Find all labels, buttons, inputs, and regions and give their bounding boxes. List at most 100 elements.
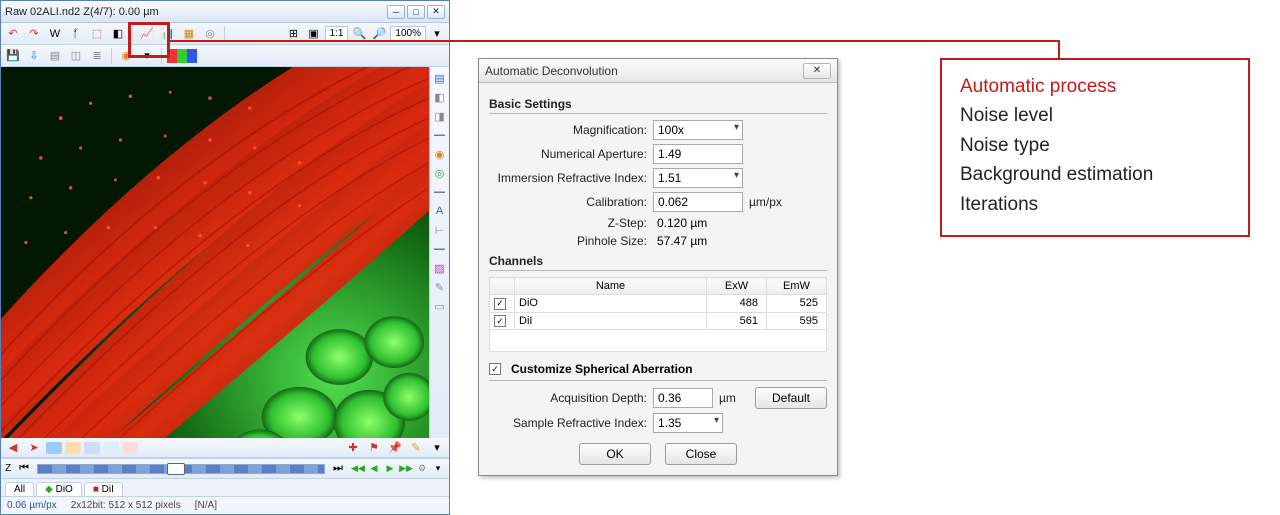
decon-dropdown-icon[interactable]: ▾ [138, 47, 156, 65]
default-button[interactable]: Default [755, 387, 827, 409]
calibration-input[interactable] [653, 192, 743, 212]
status-na: [N/A] [195, 500, 217, 511]
magnification-combo[interactable]: 100x [653, 120, 743, 140]
dialog-titlebar[interactable]: Automatic Deconvolution ✕ [479, 59, 837, 83]
pointer-icon[interactable]: W [46, 25, 64, 43]
col-emw: EmW [767, 278, 827, 295]
channel-checkbox[interactable]: ✓ [494, 298, 506, 310]
col-exw: ExW [707, 278, 767, 295]
channel-tabs: All ◆ DiO ■ DiI [1, 478, 449, 496]
lut-icon[interactable]: ◧ [109, 25, 127, 43]
side-region-icon[interactable]: ▭ [432, 298, 448, 314]
z-menu-icon[interactable]: ▾ [431, 462, 445, 476]
csa-checkbox[interactable]: ✓ [489, 363, 501, 375]
dialog-title: Automatic Deconvolution [485, 64, 618, 78]
note-icon[interactable]: ✎ [407, 439, 425, 457]
sample-ri-combo[interactable]: 1.35 [653, 413, 723, 433]
z-last-icon[interactable]: ⏭ [329, 460, 347, 478]
status-scale: 0.06 µm/px [7, 500, 57, 511]
bottom-dropdown-icon[interactable]: ▾ [428, 439, 446, 457]
minimize-button[interactable]: ─ [387, 5, 405, 19]
tab-dio[interactable]: ◆ DiO [36, 482, 82, 496]
rgb-channels-icon[interactable] [167, 49, 197, 63]
decon-icon[interactable]: ◉ [117, 47, 135, 65]
channel-checkbox[interactable]: ✓ [494, 315, 506, 327]
stack-icon[interactable]: ≣ [88, 47, 106, 65]
thumb3-icon[interactable] [84, 442, 100, 454]
nav-arrow-icon[interactable]: ➤ [25, 439, 43, 457]
channel-exw[interactable]: 561 [707, 312, 767, 330]
z-first-icon[interactable]: ⏮ [15, 460, 33, 478]
z-playrev-icon[interactable]: ◀ [367, 462, 381, 476]
acq-depth-unit: µm [719, 391, 736, 405]
automatic-deconvolution-dialog: Automatic Deconvolution ✕ Basic Settings… [478, 58, 838, 476]
numerical-aperture-input[interactable] [653, 144, 743, 164]
numerical-aperture-label: Numerical Aperture: [489, 147, 647, 161]
thumb5-icon[interactable] [122, 442, 138, 454]
tab-dii[interactable]: ■ DiI [84, 482, 123, 496]
calibration-label: Calibration: [489, 195, 647, 209]
image-canvas[interactable] [1, 67, 429, 438]
roi-icon[interactable]: ⬚ [88, 25, 106, 43]
z-play-icon[interactable]: ▶ [383, 462, 397, 476]
side-sep: ― [432, 127, 448, 143]
viewer-titlebar[interactable]: Raw 02ALI.nd2 Z(4/7): 0.00 µm ─ □ ✕ [1, 1, 449, 23]
dialog-close-button[interactable]: ✕ [803, 63, 831, 79]
side-layers-icon[interactable]: ▤ [432, 70, 448, 86]
immersion-ri-combo[interactable]: 1.51 [653, 168, 743, 188]
magnification-label: Magnification: [489, 123, 647, 137]
undo-icon[interactable]: ↶ [4, 25, 22, 43]
side-color-icon[interactable]: ▨ [432, 260, 448, 276]
z-rev-icon[interactable]: ◀◀ [351, 462, 365, 476]
crop-icon[interactable]: ◫ [67, 47, 85, 65]
table-row: ✓ DiI 561 595 [490, 312, 827, 330]
caliper-icon[interactable]: ᚶ [67, 25, 85, 43]
gallery-icon[interactable]: ▤ [46, 47, 64, 65]
save-icon[interactable]: 💾 [4, 47, 22, 65]
z-slider-bar: Z ⏮ ⏭ ◀◀ ◀ ▶ ▶▶ ⚙ ▾ [1, 458, 449, 478]
tab-all[interactable]: All [5, 482, 34, 496]
channel-emw[interactable]: 525 [767, 295, 827, 313]
callout-item-bg-estimation: Background estimation [960, 160, 1230, 189]
close-window-button[interactable]: ✕ [427, 5, 445, 19]
thumb1-icon[interactable] [46, 442, 62, 454]
pin-icon[interactable]: 📌 [386, 439, 404, 457]
close-button[interactable]: Close [665, 443, 737, 465]
side-lut-icon[interactable]: ◨ [432, 108, 448, 124]
ok-button[interactable]: OK [579, 443, 651, 465]
channel-emw[interactable]: 595 [767, 312, 827, 330]
side-text-icon[interactable]: A [432, 203, 448, 219]
z-fwd-icon[interactable]: ▶▶ [399, 462, 413, 476]
basic-settings-heading: Basic Settings [489, 97, 827, 114]
sample-ri-label: Sample Refractive Index: [489, 416, 647, 430]
viewer-toolbar-second: 💾 ⇩ ▤ ◫ ≣ ◉ ▾ [1, 45, 449, 67]
callout-item-automatic: Automatic process [960, 72, 1230, 101]
z-slider-handle[interactable] [167, 463, 185, 475]
side-3d-icon[interactable]: ◉ [432, 146, 448, 162]
channel-name[interactable]: DiO [515, 295, 707, 313]
zstep-label: Z-Step: [489, 216, 647, 230]
status-dims: 2x12bit: 512 x 512 pixels [71, 500, 181, 511]
flag-icon[interactable]: ⚑ [365, 439, 383, 457]
channel-exw[interactable]: 488 [707, 295, 767, 313]
side-annot-icon[interactable]: ✎ [432, 279, 448, 295]
navfirst-icon[interactable]: ◀ [4, 439, 22, 457]
side-hist-icon[interactable]: ◧ [432, 89, 448, 105]
z-settings-icon[interactable]: ⚙ [415, 462, 429, 476]
redo-icon[interactable]: ↷ [25, 25, 43, 43]
side-scale-icon[interactable]: ⊢ [432, 222, 448, 238]
callout-item-noise-type: Noise type [960, 131, 1230, 160]
thumb4-icon[interactable] [103, 442, 119, 454]
window-title: Raw 02ALI.nd2 Z(4/7): 0.00 µm [5, 6, 159, 18]
export-icon[interactable]: ⇩ [25, 47, 43, 65]
chart-icon[interactable]: 📈 [138, 25, 156, 43]
thumb2-icon[interactable] [65, 442, 81, 454]
maximize-button[interactable]: □ [407, 5, 425, 19]
viewer-status-bar: 0.06 µm/px 2x12bit: 512 x 512 pixels [N/… [1, 496, 449, 514]
mark-icon[interactable]: ✚ [344, 439, 362, 457]
channel-name[interactable]: DiI [515, 312, 707, 330]
col-name: Name [515, 278, 707, 295]
z-slider-track[interactable] [37, 464, 325, 474]
acq-depth-input[interactable] [653, 388, 713, 408]
side-slice-icon[interactable]: ◎ [432, 165, 448, 181]
